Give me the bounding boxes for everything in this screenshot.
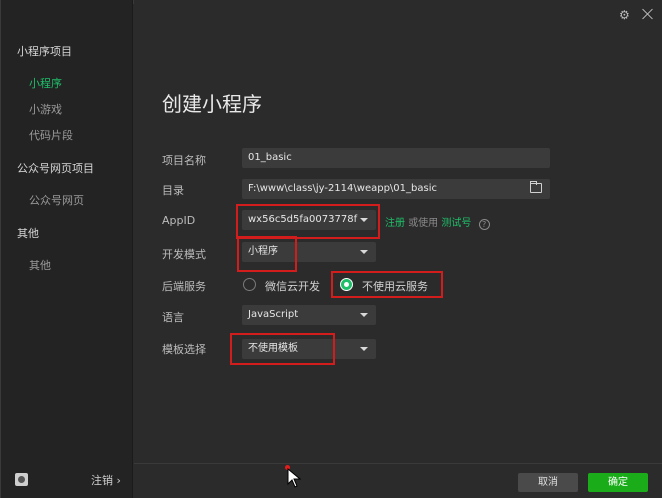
chevron-down-icon [360, 347, 368, 351]
cancel-button[interactable]: 取消 [518, 473, 578, 492]
directory-value: F:\www\class\jy-2114\weapp\01_basic [248, 183, 437, 194]
ok-button[interactable]: 确定 [588, 473, 648, 492]
folder-icon[interactable] [530, 181, 542, 193]
register-link[interactable]: 注册 [385, 218, 405, 229]
test-account-link[interactable]: 测试号 [441, 218, 471, 229]
chevron-down-icon [360, 313, 368, 317]
question-icon[interactable]: ? [478, 219, 490, 230]
language-label: 语言 [162, 311, 184, 324]
sidebar-item-other[interactable]: 其他 [29, 257, 51, 273]
dev-mode-label: 开发模式 [162, 248, 206, 261]
highlight-box-devmode [237, 236, 297, 272]
mouse-cursor-icon [287, 468, 301, 488]
directory-label: 目录 [162, 184, 184, 197]
logout-link[interactable]: 注销 › [91, 472, 121, 488]
radio-wechat-cloud[interactable]: 微信云开发 [243, 278, 323, 293]
project-name-label: 项目名称 [162, 154, 206, 167]
sidebar-section-official-account: 公众号网页项目 [17, 162, 94, 175]
backend-label: 后端服务 [162, 280, 206, 293]
close-icon[interactable] [641, 8, 653, 20]
language-select[interactable]: JavaScript [242, 305, 376, 325]
or-use-text: 或使用 [408, 218, 439, 229]
sidebar-section-miniprogram: 小程序项目 [17, 45, 72, 58]
sidebar-section-other: 其他 [17, 227, 39, 240]
footer-divider [134, 463, 662, 464]
avatar[interactable] [15, 473, 28, 486]
appid-label: AppID [162, 214, 196, 227]
language-value: JavaScript [248, 309, 299, 320]
highlight-box-appid [236, 204, 380, 239]
gear-icon[interactable]: ⚙ [619, 9, 631, 21]
page-title: 创建小程序 [162, 92, 262, 116]
create-project-window: 小程序项目 小程序 小游戏 代码片段 公众号网页项目 公众号网页 其他 其他 注… [0, 0, 662, 498]
sidebar-bottom: 注销 › [1, 464, 133, 498]
sidebar: 小程序项目 小程序 小游戏 代码片段 公众号网页项目 公众号网页 其他 其他 注… [1, 0, 133, 498]
radio-dot-unchecked [243, 278, 256, 291]
sidebar-item-minigame[interactable]: 小游戏 [29, 101, 62, 117]
sidebar-item-official-web[interactable]: 公众号网页 [29, 192, 84, 208]
highlight-box-template [230, 333, 335, 365]
project-name-value: 01_basic [248, 152, 292, 163]
project-name-input[interactable]: 01_basic [242, 148, 550, 168]
directory-input[interactable]: F:\www\class\jy-2114\weapp\01_basic [242, 179, 550, 199]
radio-wechat-cloud-label: 微信云开发 [265, 280, 320, 293]
template-label: 模板选择 [162, 343, 206, 356]
appid-hint: 注册 或使用 测试号 ? [385, 214, 490, 230]
sidebar-item-code-snippet[interactable]: 代码片段 [29, 127, 73, 143]
chevron-down-icon [360, 250, 368, 254]
sidebar-item-miniprogram[interactable]: 小程序 [29, 75, 62, 91]
main-panel: ⚙ 创建小程序 项目名称 01_basic 目录 F:\www\class\jy… [134, 0, 662, 498]
highlight-box-backend [331, 271, 443, 298]
